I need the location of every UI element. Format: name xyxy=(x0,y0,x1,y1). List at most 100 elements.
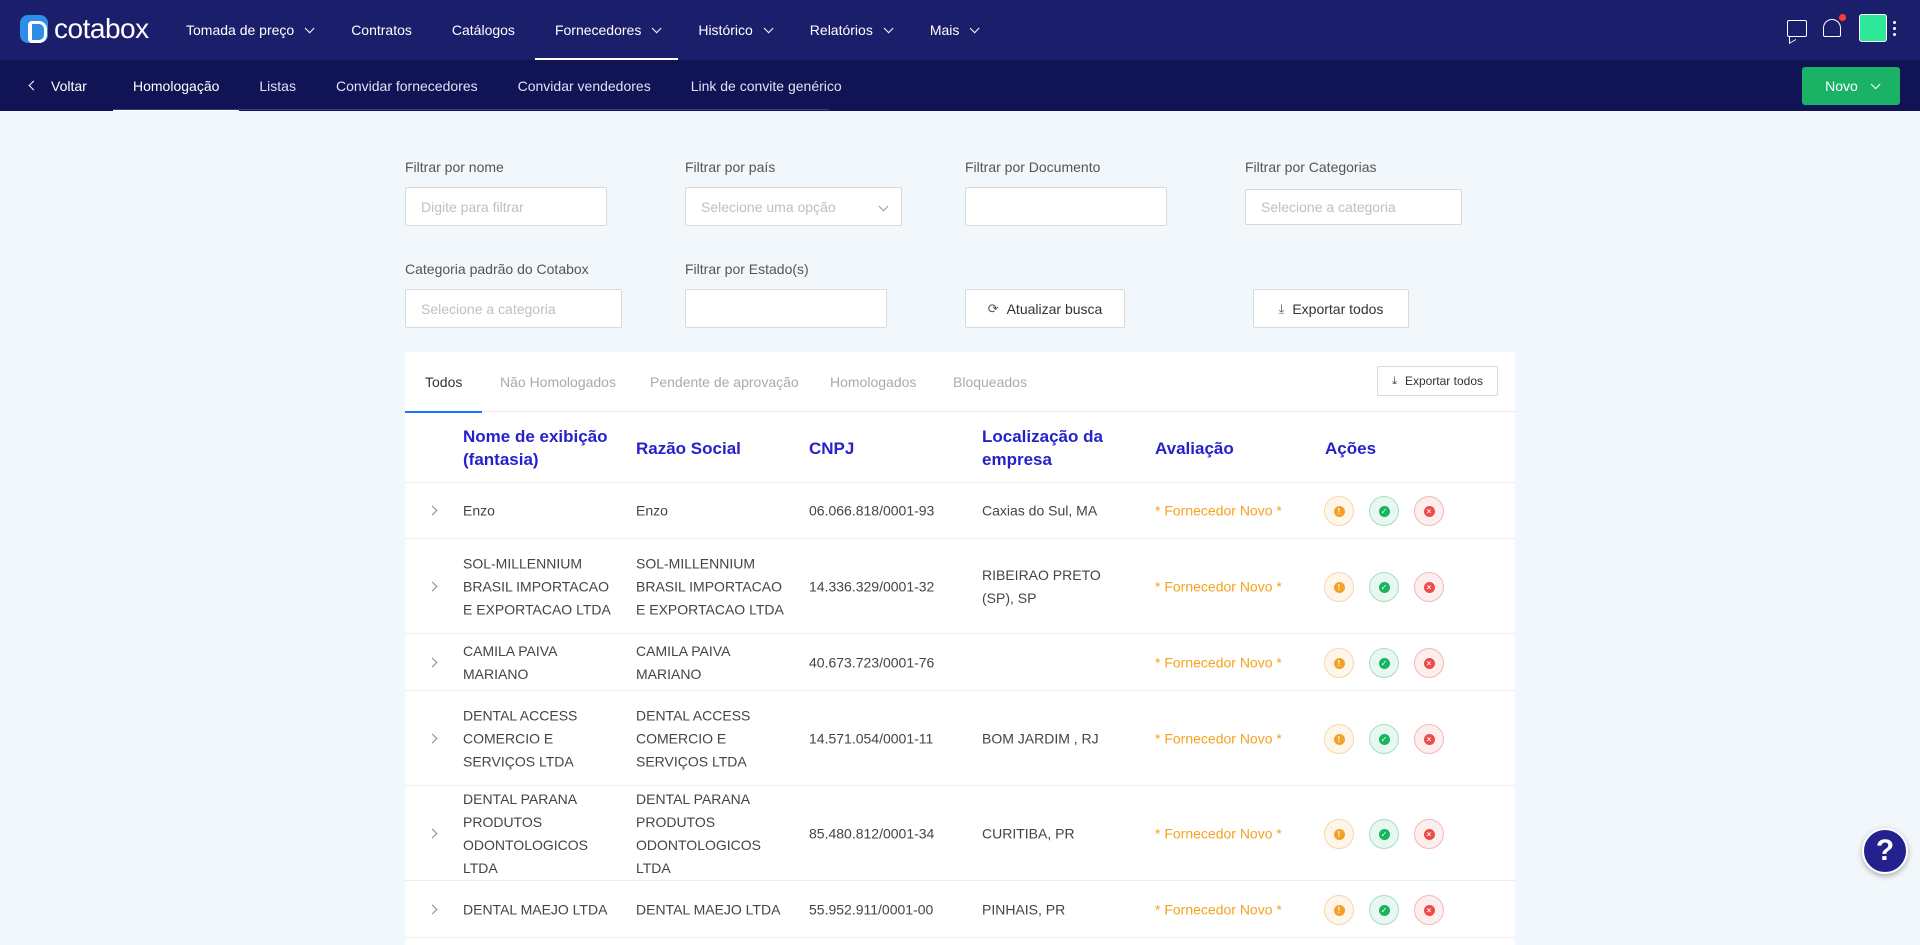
cell-cnpj: 40.673.723/0001-76 xyxy=(809,654,935,670)
pending-action-button[interactable]: ! xyxy=(1324,724,1354,754)
table-row[interactable]: DENTAL PARANA PRODUTOS ODONTOLOGICOS LTD… xyxy=(405,787,1515,881)
block-action-button[interactable]: × xyxy=(1414,819,1444,849)
tab-todos[interactable]: Todos xyxy=(404,352,483,413)
block-action-button[interactable]: × xyxy=(1414,895,1444,925)
pending-action-button[interactable]: ! xyxy=(1324,648,1354,678)
approve-action-button[interactable]: ✓ xyxy=(1369,819,1399,849)
tab-label: Pendente de aprovação xyxy=(650,374,799,390)
block-action-button[interactable]: × xyxy=(1414,724,1444,754)
filter-default-category-select[interactable]: Selecione a categoria xyxy=(405,289,622,328)
tab-link-convite-generico[interactable]: Link de convite genérico xyxy=(671,60,862,111)
table-row[interactable]: CAMILA PAIVA MARIANO CAMILA PAIVA MARIANO… xyxy=(405,635,1515,691)
export-all-button[interactable]: ⤓ Exportar todos xyxy=(1253,289,1409,328)
nav-item-tomada-de-preco[interactable]: Tomada de preço xyxy=(166,0,331,60)
tab-export-all-button[interactable]: ⤓ Exportar todos xyxy=(1377,366,1498,396)
approve-action-button[interactable]: ✓ xyxy=(1369,572,1399,602)
header-cnpj: CNPJ xyxy=(809,439,855,458)
tab-listas[interactable]: Listas xyxy=(239,60,316,111)
block-action-button[interactable]: × xyxy=(1414,648,1444,678)
tab-convidar-fornecedores[interactable]: Convidar fornecedores xyxy=(316,60,498,111)
cell-cnpj: 55.952.911/0001-00 xyxy=(809,901,934,917)
download-icon: ⤓ xyxy=(1392,374,1397,387)
select-placeholder: Selecione uma opção xyxy=(701,198,836,215)
cell-location: CURITIBA, PR xyxy=(982,825,1075,841)
table-row[interactable]: DENTAL MAEJO LTDA DENTAL MAEJO LTDA 55.952… xyxy=(405,882,1515,938)
help-label: ? xyxy=(1875,834,1895,867)
filter-state-input[interactable] xyxy=(685,289,887,328)
cell-legal-name: Enzo xyxy=(636,502,668,518)
cell-location: Caxias do Sul, MA xyxy=(982,502,1098,518)
cell-display-name: SOL-MILLENNIUM BRASIL IMPORTACAO E EXPOR… xyxy=(463,555,611,617)
back-button[interactable]: Voltar xyxy=(28,60,87,111)
exclamation-icon: ! xyxy=(1333,581,1345,593)
exclamation-icon: ! xyxy=(1333,657,1345,669)
filter-state-label: Filtrar por Estado(s) xyxy=(685,261,809,277)
table-header: Nome de exibição (fantasia) Razão Social… xyxy=(405,413,1515,483)
logo-icon xyxy=(20,15,48,43)
chat-icon[interactable] xyxy=(1787,19,1807,37)
check-icon: ✓ xyxy=(1378,505,1390,517)
refresh-icon: ⟳ xyxy=(987,300,999,316)
chevron-right-icon[interactable] xyxy=(427,657,438,668)
chevron-right-icon[interactable] xyxy=(427,828,438,839)
cell-rating: * Fornecedor Novo * xyxy=(1155,578,1282,594)
nav-label: Fornecedores xyxy=(554,22,642,38)
cell-legal-name: CAMILA PAIVA MARIANO xyxy=(636,642,730,682)
filter-default-category-label: Categoria padrão do Cotabox xyxy=(405,261,589,277)
block-action-button[interactable]: × xyxy=(1414,572,1444,602)
tab-homologados[interactable]: Homologados xyxy=(830,352,916,412)
logo-text-part2: box xyxy=(104,13,149,44)
approve-action-button[interactable]: ✓ xyxy=(1369,724,1399,754)
cell-rating: * Fornecedor Novo * xyxy=(1155,901,1282,917)
approve-action-button[interactable]: ✓ xyxy=(1369,648,1399,678)
chevron-right-icon[interactable] xyxy=(427,581,438,592)
nav-item-catalogos[interactable]: Catálogos xyxy=(432,0,535,60)
avatar[interactable] xyxy=(1859,14,1887,42)
tab-homologacao[interactable]: Homologação xyxy=(113,60,240,111)
filter-categories-select[interactable]: Selecione a categoria xyxy=(1245,189,1462,225)
select-placeholder: Selecione a categoria xyxy=(421,300,556,317)
tab-label: Todos xyxy=(425,374,463,390)
table-row[interactable]: Enzo Enzo 06.066.818/0001-93 Caxias do Sul,… xyxy=(405,483,1515,539)
filter-country-select[interactable]: Selecione uma opção xyxy=(685,187,902,226)
cotabox-logo[interactable]: cota box xyxy=(20,13,149,45)
filter-document-input[interactable] xyxy=(965,187,1167,226)
new-button[interactable]: Novo xyxy=(1802,67,1900,105)
help-button[interactable]: ? xyxy=(1862,828,1908,874)
refresh-search-button[interactable]: ⟳ Atualizar busca xyxy=(965,289,1125,328)
check-icon: ✓ xyxy=(1378,828,1390,840)
block-action-button[interactable]: × xyxy=(1414,496,1444,526)
tab-nao-homologados[interactable]: Não Homologados xyxy=(500,352,616,412)
pending-action-button[interactable]: ! xyxy=(1324,819,1354,849)
nav-item-fornecedores[interactable]: Fornecedores xyxy=(534,0,679,60)
pending-action-button[interactable]: ! xyxy=(1324,895,1354,925)
tab-convidar-vendedores[interactable]: Convidar vendedores xyxy=(498,60,671,111)
table-row[interactable]: DENTAL ACCESS COMERCIO E SERVIÇOS LTDA DE… xyxy=(405,692,1515,786)
pending-action-button[interactable]: ! xyxy=(1324,572,1354,602)
suppliers-card: Todos Não Homologados Pendente de aprova… xyxy=(404,352,1515,945)
tab-label: Link de convite genérico xyxy=(690,77,842,94)
chevron-right-icon[interactable] xyxy=(427,733,438,744)
nav-item-relatorios[interactable]: Relatórios xyxy=(790,0,910,60)
table-row[interactable]: SOL-MILLENNIUM BRASIL IMPORTACAO E EXPOR… xyxy=(405,540,1515,634)
chevron-right-icon[interactable] xyxy=(427,505,438,516)
tab-label: Homologados xyxy=(830,374,917,390)
tab-bloqueados[interactable]: Bloqueados xyxy=(953,352,1027,412)
header-legal-name: Razão Social xyxy=(636,439,741,458)
header-actions: Ações xyxy=(1325,439,1377,458)
check-icon: ✓ xyxy=(1378,733,1390,745)
approve-action-button[interactable]: ✓ xyxy=(1369,496,1399,526)
pending-action-button[interactable]: ! xyxy=(1324,496,1354,526)
kebab-menu-icon[interactable] xyxy=(1893,20,1896,36)
chevron-down-icon xyxy=(883,22,894,33)
nav-item-mais[interactable]: Mais xyxy=(910,0,997,60)
new-button-label: Novo xyxy=(1825,78,1858,94)
cell-legal-name: DENTAL ACCESS COMERCIO E SERVIÇOS LTDA xyxy=(636,707,751,769)
nav-item-historico[interactable]: Histórico xyxy=(678,0,789,60)
bell-icon[interactable] xyxy=(1823,14,1846,37)
nav-item-contratos[interactable]: Contratos xyxy=(331,0,432,60)
tab-pendente-aprovacao[interactable]: Pendente de aprovação xyxy=(650,352,799,412)
filter-name-input[interactable] xyxy=(405,187,607,226)
approve-action-button[interactable]: ✓ xyxy=(1369,895,1399,925)
chevron-right-icon[interactable] xyxy=(427,904,438,915)
